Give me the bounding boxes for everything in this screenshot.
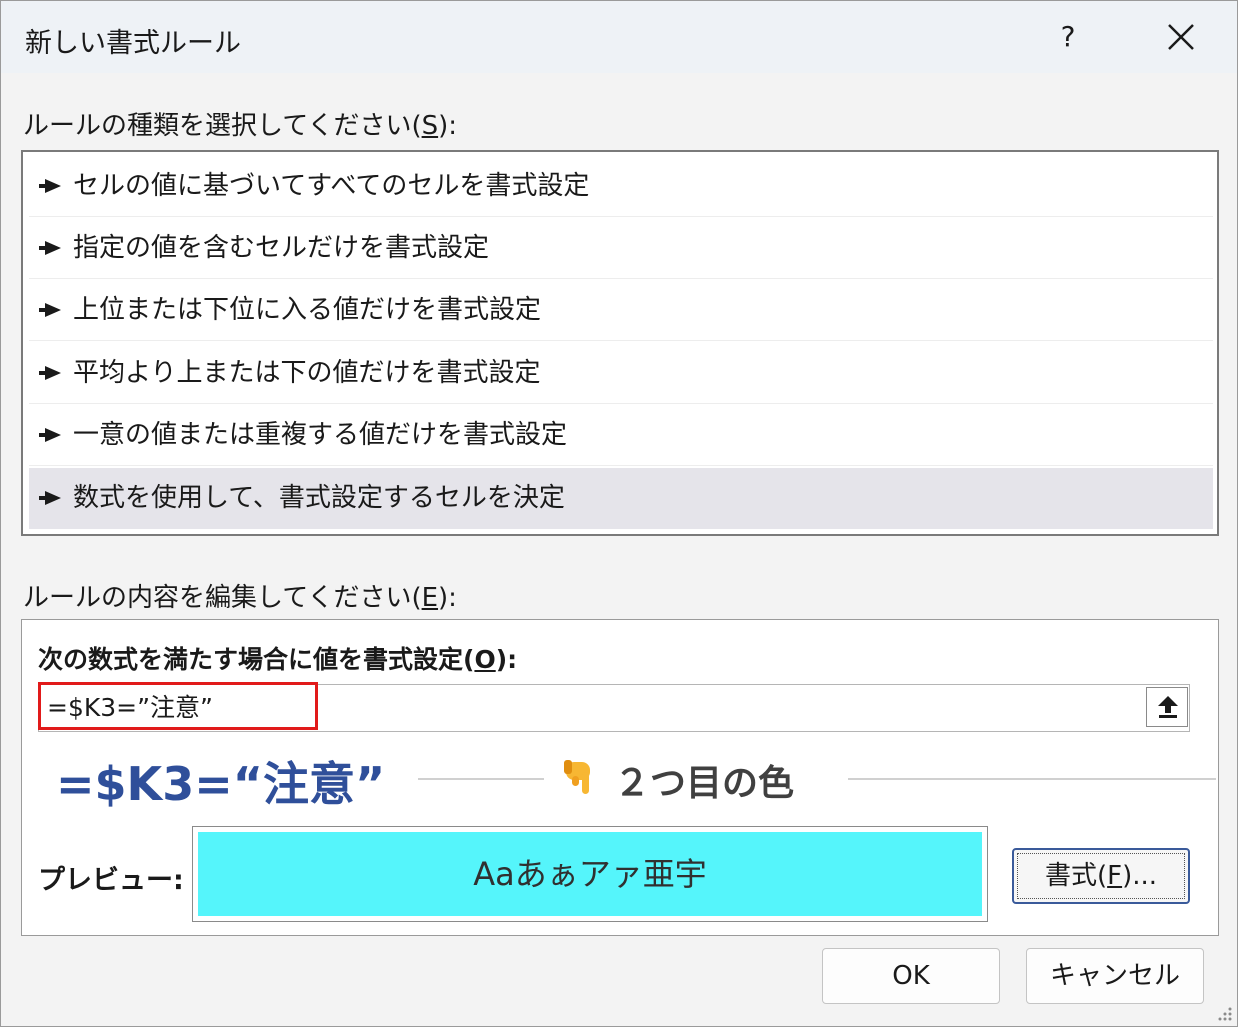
rule-type-item[interactable]: セルの値に基づいてすべてのセルを書式設定 bbox=[29, 156, 1213, 217]
rule-type-item-selected[interactable]: 数式を使用して、書式設定するセルを決定 bbox=[29, 468, 1213, 529]
preview-label: プレビュー: bbox=[38, 865, 184, 896]
rule-type-item[interactable]: 平均より上または下の値だけを書式設定 bbox=[29, 343, 1213, 404]
annotation-divider bbox=[848, 778, 1216, 780]
collapse-dialog-button[interactable] bbox=[1146, 687, 1188, 727]
triangle-bullet-icon bbox=[39, 366, 61, 380]
title-bar: 新しい書式ルール ? bbox=[1, 1, 1237, 73]
close-icon bbox=[1168, 24, 1194, 50]
preview-sample: Aaあぁアァ亜宇 bbox=[198, 832, 982, 916]
triangle-bullet-icon bbox=[39, 179, 61, 193]
cancel-button[interactable]: キャンセル bbox=[1026, 948, 1204, 1004]
rule-type-item[interactable]: 一意の値または重複する値だけを書式設定 bbox=[29, 405, 1213, 466]
dialog-title: 新しい書式ルール bbox=[25, 28, 241, 59]
rule-type-item[interactable]: 指定の値を含むセルだけを書式設定 bbox=[29, 218, 1213, 279]
triangle-bullet-icon bbox=[39, 428, 61, 442]
format-button[interactable]: 書式(F)... bbox=[1012, 848, 1190, 904]
rule-type-list[interactable]: セルの値に基づいてすべてのセルを書式設定 指定の値を含むセルだけを書式設定 上位… bbox=[21, 150, 1219, 536]
pointing-hand-icon bbox=[564, 760, 590, 794]
upload-arrow-icon bbox=[1158, 696, 1178, 718]
rule-type-item[interactable]: 上位または下位に入る値だけを書式設定 bbox=[29, 280, 1213, 341]
formula-label: 次の数式を満たす場合に値を書式設定(O): bbox=[38, 645, 518, 674]
annotation-formula: =$K3=“注意” bbox=[56, 757, 386, 811]
triangle-bullet-icon bbox=[39, 491, 61, 505]
annotation-divider bbox=[418, 778, 544, 780]
help-button[interactable]: ? bbox=[1045, 11, 1091, 63]
triangle-bullet-icon bbox=[39, 241, 61, 255]
rule-type-label: ルールの種類を選択してください(S): bbox=[23, 111, 458, 141]
annotation-text: ２つ目の色 bbox=[614, 763, 795, 804]
resize-grip-icon[interactable] bbox=[1215, 1004, 1233, 1022]
ok-button[interactable]: OK bbox=[822, 948, 1000, 1004]
preview-box: Aaあぁアァ亜宇 bbox=[192, 826, 988, 922]
formula-highlight-box bbox=[38, 682, 318, 730]
close-button[interactable] bbox=[1153, 11, 1209, 63]
rule-edit-panel: 次の数式を満たす場合に値を書式設定(O): =$K3=”注意” =$K3=“注意… bbox=[21, 619, 1219, 936]
new-format-rule-dialog: 新しい書式ルール ? ルールの種類を選択してください(S): セルの値に基づいて… bbox=[0, 0, 1238, 1027]
triangle-bullet-icon bbox=[39, 303, 61, 317]
rule-edit-label: ルールの内容を編集してください(E): bbox=[23, 583, 457, 613]
